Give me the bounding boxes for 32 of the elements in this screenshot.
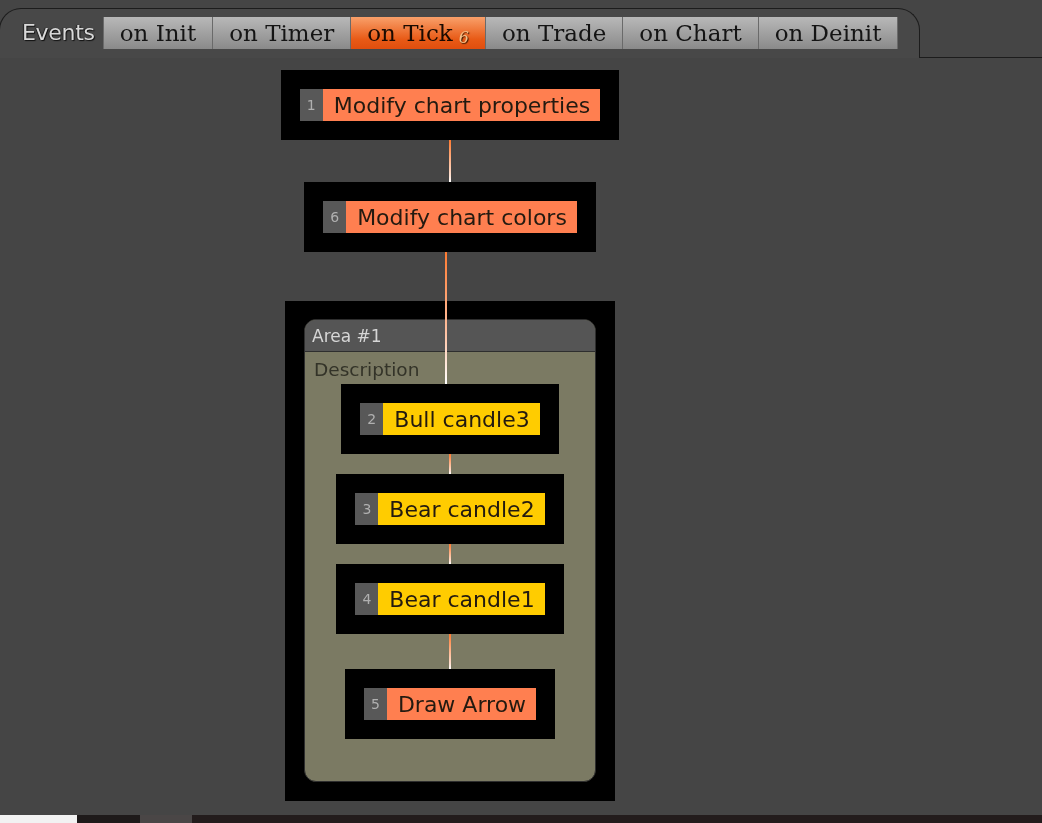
events-label: Events [22,19,95,47]
node-card[interactable]: 5 Draw Arrow [344,669,556,739]
node-label: Bull candle3 [383,403,540,435]
node-label: Bear candle2 [378,493,545,525]
step-number: 4 [355,583,379,615]
area-description: Description [314,360,420,380]
connector-line [449,634,451,669]
area-header: Area #1 [305,320,595,352]
connector-line [449,544,451,564]
node-card[interactable]: 1 Modify chart properties [280,70,620,140]
step-number: 3 [355,493,379,525]
step-number: 1 [299,89,323,121]
event-tab[interactable]: on Timer [213,17,352,49]
node-card[interactable]: 6 Modify chart colors [304,182,596,252]
connector-line [449,454,451,474]
event-tab[interactable]: on Init [102,17,214,49]
node-label: Modify chart colors [346,201,577,233]
connector-line [449,140,451,182]
event-tab[interactable]: on Deinit [758,17,899,49]
node-card[interactable]: 2 Bull candle3 [341,384,559,454]
tick-count: 6 [458,28,469,47]
step-number: 6 [323,201,347,233]
step-number: 5 [363,688,387,720]
node-label: Modify chart properties [322,89,601,121]
event-tab[interactable]: on Tick 6 [351,17,486,49]
node-card[interactable]: 3 Bear candle2 [336,474,564,544]
step-number: 2 [360,403,384,435]
event-tab[interactable]: on Trade [485,17,624,49]
node-label: Draw Arrow [386,688,537,720]
event-tab[interactable]: on Chart [623,17,759,49]
node-label: Bear candle1 [378,583,545,615]
node-card[interactable]: 4 Bear candle1 [336,564,564,634]
